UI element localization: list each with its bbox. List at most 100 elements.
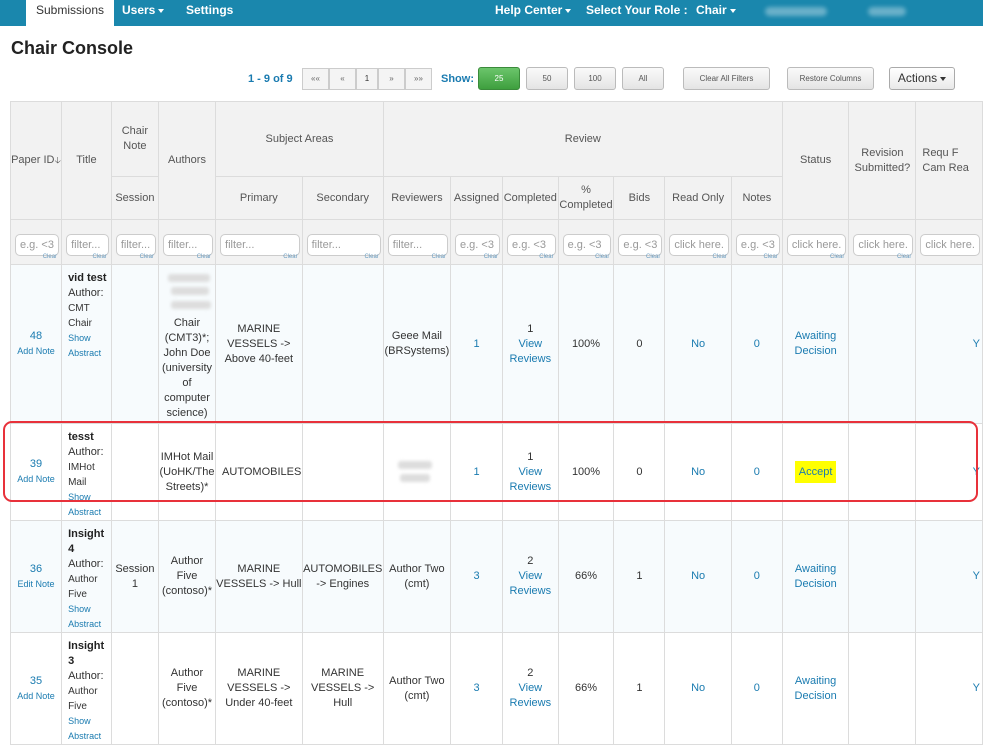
filter-session[interactable]: filter... <box>115 234 156 256</box>
clear-link[interactable]: Clear <box>43 254 57 260</box>
edit-note-link[interactable]: Edit Note <box>18 579 55 589</box>
show-abstract-link[interactable]: Show Abstract <box>68 714 107 744</box>
filter-bids[interactable]: e.g. <3 <box>618 234 663 256</box>
header-request[interactable]: Requ F Cam Rea <box>915 101 983 220</box>
clear-link[interactable]: Clear <box>197 254 211 260</box>
show-100-button[interactable]: 100 <box>574 67 616 90</box>
view-reviews-link[interactable]: View Reviews <box>510 338 552 365</box>
filter-request[interactable]: click here. <box>920 234 980 256</box>
read-only-link[interactable]: No <box>691 682 705 694</box>
header-chair-note[interactable]: Chair Note <box>110 101 159 177</box>
header-notes[interactable]: Notes <box>730 176 783 220</box>
add-note-link[interactable]: Add Note <box>17 474 55 484</box>
filter-secondary[interactable]: filter... <box>306 234 381 256</box>
status-link[interactable]: Awaiting Decision <box>795 563 837 590</box>
filter-authors[interactable]: filter... <box>162 234 214 256</box>
filter-read-only[interactable]: click here. <box>669 234 729 256</box>
assigned-link[interactable]: 3 <box>473 682 479 694</box>
show-abstract-link[interactable]: Show Abstract <box>68 490 107 520</box>
header-pct-completed[interactable]: % Completed <box>557 176 615 220</box>
filter-status[interactable]: click here. <box>786 234 847 256</box>
clear-link[interactable]: Clear <box>484 254 498 260</box>
user-menu-blurred[interactable] <box>868 7 906 16</box>
clear-link[interactable]: Clear <box>539 254 553 260</box>
clear-link[interactable]: Clear <box>897 254 911 260</box>
show-abstract-link[interactable]: Show Abstract <box>68 602 107 632</box>
header-title[interactable]: Title <box>61 101 112 220</box>
assigned-link[interactable]: 3 <box>473 570 479 582</box>
clear-link[interactable]: Clear <box>764 254 778 260</box>
role-select[interactable]: Chair <box>696 0 736 26</box>
clear-link[interactable]: Clear <box>140 254 154 260</box>
read-only-link[interactable]: No <box>691 570 705 582</box>
nav-users[interactable]: Users <box>122 0 165 26</box>
paper-id-link[interactable]: 39 <box>30 458 42 470</box>
request-link[interactable]: Y <box>973 338 980 350</box>
clear-link[interactable]: Clear <box>830 254 844 260</box>
header-revision[interactable]: Revision Submitted? <box>848 101 917 220</box>
clear-link[interactable]: Clear <box>713 254 727 260</box>
header-completed[interactable]: Completed <box>502 176 559 220</box>
read-only-link[interactable]: No <box>691 338 705 350</box>
clear-link[interactable]: Clear <box>595 254 609 260</box>
filter-paper-id[interactable]: e.g. <3 <box>15 234 60 256</box>
clear-link[interactable]: Clear <box>432 254 446 260</box>
request-link[interactable]: Y <box>973 682 980 694</box>
header-bids[interactable]: Bids <box>613 176 666 220</box>
nav-settings[interactable]: Settings <box>186 0 233 26</box>
view-reviews-link[interactable]: View Reviews <box>510 682 552 709</box>
show-25-button[interactable]: 25 <box>478 67 520 90</box>
paper-id-link[interactable]: 48 <box>30 330 42 342</box>
filter-revision[interactable]: click here. <box>853 234 914 256</box>
paper-id-link[interactable]: 35 <box>30 675 42 687</box>
filter-reviewers[interactable]: filter... <box>387 234 448 256</box>
notes-link[interactable]: 0 <box>754 338 760 350</box>
header-secondary[interactable]: Secondary <box>301 176 384 220</box>
actions-button[interactable]: Actions <box>889 67 955 90</box>
notes-link[interactable]: 0 <box>754 570 760 582</box>
header-primary[interactable]: Primary <box>215 176 303 220</box>
header-authors[interactable]: Authors <box>157 101 217 220</box>
notes-link[interactable]: 0 <box>754 682 760 694</box>
add-note-link[interactable]: Add Note <box>17 691 55 701</box>
filter-primary[interactable]: filter... <box>220 234 300 256</box>
notes-link[interactable]: 0 <box>754 466 760 478</box>
paper-id-link[interactable]: 36 <box>30 563 42 575</box>
add-note-link[interactable]: Add Note <box>17 346 55 356</box>
clear-link[interactable]: Clear <box>283 254 297 260</box>
view-reviews-link[interactable]: View Reviews <box>510 570 552 597</box>
header-read-only[interactable]: Read Only <box>664 176 732 220</box>
clear-link[interactable]: Clear <box>364 254 378 260</box>
filter-assigned[interactable]: e.g. <3 <box>455 234 501 256</box>
header-paper-id[interactable]: Paper ID🡣 <box>9 101 63 220</box>
request-link[interactable]: Y <box>973 570 980 582</box>
filter-title[interactable]: filter... <box>66 234 109 256</box>
last-page-button[interactable]: »» <box>405 68 432 90</box>
prev-page-button[interactable]: « <box>329 68 356 90</box>
status-link[interactable]: Awaiting Decision <box>795 675 837 702</box>
status-link[interactable]: Awaiting Decision <box>795 330 837 357</box>
header-reviewers[interactable]: Reviewers <box>382 176 452 220</box>
status-accept-link[interactable]: Accept <box>794 460 837 483</box>
nav-submissions[interactable]: Submissions <box>26 0 115 26</box>
show-all-button[interactable]: All <box>622 67 664 90</box>
filter-pct-completed[interactable]: e.g. <3 <box>562 234 612 256</box>
assigned-link[interactable]: 1 <box>473 338 479 350</box>
filter-notes[interactable]: e.g. <3 <box>735 234 780 256</box>
page-1-button[interactable]: 1 <box>356 68 378 90</box>
header-assigned[interactable]: Assigned <box>449 176 504 220</box>
first-page-button[interactable]: «« <box>302 68 329 90</box>
user-name-blurred[interactable] <box>765 7 827 16</box>
header-status[interactable]: Status <box>781 101 850 220</box>
nav-help-center[interactable]: Help Center <box>495 0 572 26</box>
clear-link[interactable]: Clear <box>92 254 106 260</box>
filter-completed[interactable]: e.g. <3 <box>507 234 556 256</box>
show-50-button[interactable]: 50 <box>526 67 568 90</box>
next-page-button[interactable]: » <box>378 68 405 90</box>
assigned-link[interactable]: 1 <box>473 466 479 478</box>
clear-all-filters-button[interactable]: Clear All Filters <box>683 67 770 90</box>
clear-link[interactable]: Clear <box>646 254 660 260</box>
header-session[interactable]: Session <box>110 176 159 220</box>
request-link[interactable]: Y <box>973 466 980 478</box>
read-only-link[interactable]: No <box>691 466 705 478</box>
